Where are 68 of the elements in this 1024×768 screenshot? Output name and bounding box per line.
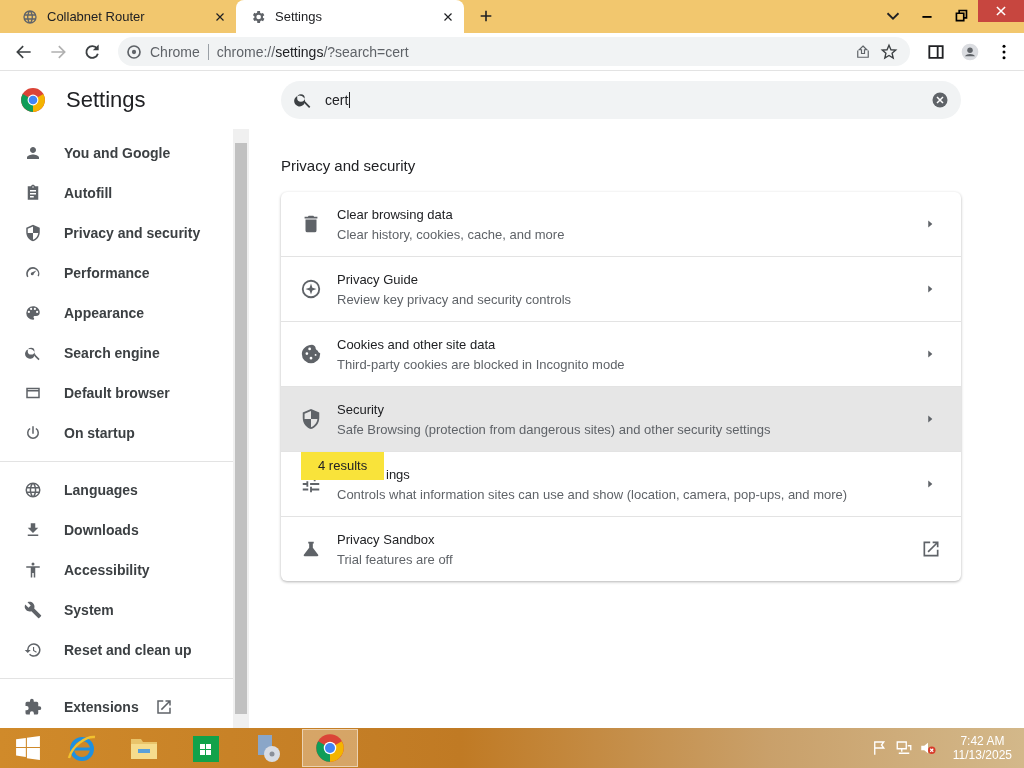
compass-icon bbox=[300, 278, 322, 300]
section-title: Privacy and security bbox=[281, 157, 417, 174]
settings-row[interactable]: Security Safe Browsing (protection from dangerous sites) and other security settings bbox=[281, 386, 961, 451]
row-subtitle: Safe Browsing (protection from dangerous sites) and other security settings bbox=[337, 421, 772, 437]
plus-icon[interactable] bbox=[478, 8, 494, 24]
url-text: chrome://settings/?search=cert bbox=[216, 43, 409, 60]
sidebar-item[interactable]: Performance bbox=[0, 253, 233, 293]
sidebar-item[interactable]: Languages bbox=[0, 470, 233, 510]
sidebar-item[interactable]: System bbox=[0, 590, 233, 630]
palette-icon bbox=[24, 304, 42, 322]
cookie-icon bbox=[300, 343, 322, 365]
person-icon bbox=[24, 144, 42, 162]
sidebar-item[interactable]: Appearance bbox=[0, 293, 233, 333]
row-subtitle: Trial features are off bbox=[337, 551, 454, 567]
close-icon bbox=[994, 4, 1008, 18]
row-subtitle: Review key privacy and security controls bbox=[337, 291, 573, 307]
shield-icon bbox=[24, 224, 42, 242]
settings-row[interactable]: Clear browsing data Clear history, cookies, cache, and more bbox=[281, 192, 961, 256]
sidebar-item[interactable]: Autofill bbox=[0, 173, 233, 213]
gear-icon bbox=[250, 8, 266, 25]
page-title: Settings bbox=[66, 87, 146, 113]
scrollbar[interactable] bbox=[233, 129, 249, 728]
puzzle-icon bbox=[24, 698, 42, 716]
row-title: Security bbox=[337, 401, 385, 417]
row-subtitle: Third-party cookies are blocked in Incognito mode bbox=[337, 356, 626, 372]
close-icon[interactable] bbox=[214, 10, 226, 23]
sidebar-item[interactable]: Search engine bbox=[0, 333, 233, 373]
results-bubble: 4 results bbox=[301, 452, 385, 480]
windows-logo-icon bbox=[15, 735, 41, 761]
settings-row[interactable]: Privacy Sandbox Trial features are off bbox=[281, 516, 961, 581]
sidebar-item[interactable]: You and Google bbox=[0, 133, 233, 173]
settings-row[interactable]: Privacy Guide Review key privacy and security controls bbox=[281, 256, 961, 321]
clear-icon[interactable] bbox=[931, 91, 949, 109]
row-title: Cookies and other site data bbox=[337, 336, 497, 352]
address-bar[interactable]: Chrome chrome://settings/?search=cert bbox=[118, 37, 910, 66]
power-icon bbox=[24, 424, 42, 442]
chrome-logo-icon bbox=[20, 87, 46, 113]
settings-row[interactable]: 4 results ings Controls what information sites can use and show (location, camera, pop-ups, and more) bbox=[281, 451, 961, 516]
sidebar-item[interactable]: Reset and clean up bbox=[0, 630, 233, 670]
sidebar-item[interactable]: Extensions bbox=[0, 687, 233, 727]
shield-icon bbox=[300, 408, 322, 430]
row-title: Clear browsing data bbox=[337, 206, 454, 222]
browser-tab[interactable]: Collabnet Router bbox=[8, 0, 236, 33]
globe-icon bbox=[24, 481, 42, 499]
accessibility-icon bbox=[24, 561, 42, 579]
wrench-icon bbox=[24, 601, 42, 619]
sidebar-item[interactable]: Accessibility bbox=[0, 550, 233, 590]
clock-date: 11/13/2025 bbox=[952, 748, 1012, 762]
sidebar-item[interactable]: Default browser bbox=[0, 373, 233, 413]
search-field[interactable]: cert bbox=[281, 81, 961, 119]
row-subtitle: Controls what information sites can use and show (location, camera, pop-ups, and more) bbox=[337, 486, 849, 502]
globe-icon bbox=[22, 8, 38, 25]
site-label: Chrome bbox=[150, 43, 209, 60]
row-title: Privacy Guide bbox=[337, 271, 419, 287]
sidebar-item[interactable]: On startup bbox=[0, 413, 233, 453]
close-window-button[interactable] bbox=[978, 0, 1024, 22]
browser-tab[interactable]: Settings bbox=[236, 0, 464, 33]
clock-time: 7:42 AM bbox=[960, 734, 1005, 748]
sidebar-item[interactable]: Privacy and security bbox=[0, 213, 233, 253]
history-icon bbox=[24, 641, 42, 659]
row-title: ings bbox=[385, 466, 411, 482]
taskbar-app[interactable] bbox=[302, 729, 358, 767]
external-link-icon bbox=[921, 539, 941, 559]
external-link-icon bbox=[154, 698, 173, 716]
row-subtitle: Clear history, cookies, cache, and more bbox=[337, 226, 566, 242]
close-icon[interactable] bbox=[442, 10, 454, 23]
row-title: Privacy Sandbox bbox=[337, 531, 436, 547]
sidebar-item[interactable]: Downloads bbox=[0, 510, 233, 550]
